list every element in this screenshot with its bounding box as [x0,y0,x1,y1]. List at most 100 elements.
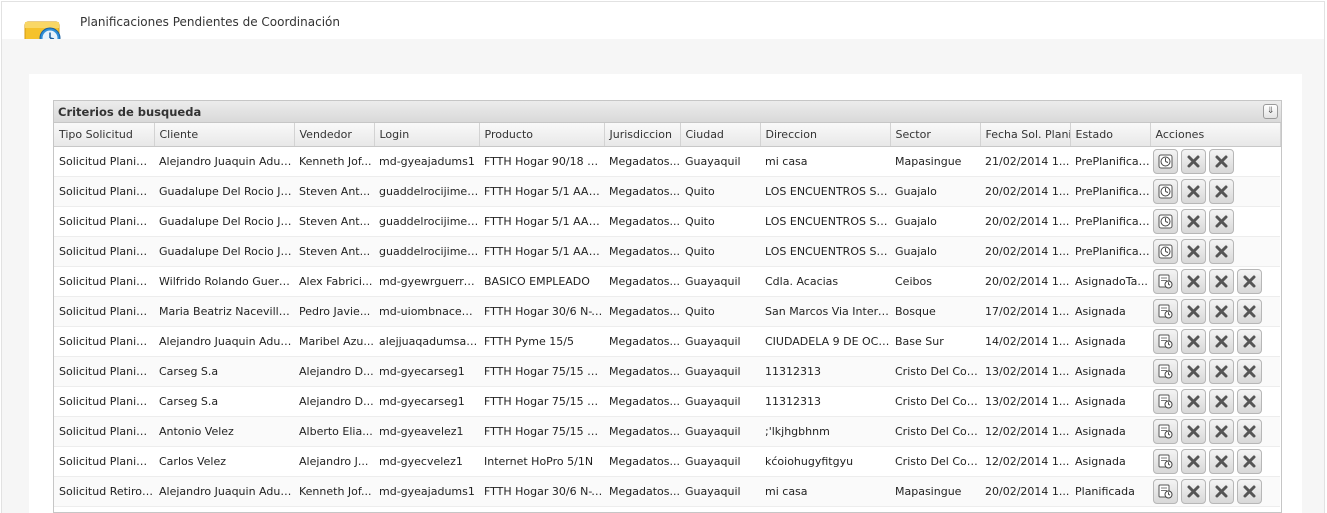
cell-jurisdiccion: Megadatos... [604,446,680,477]
eliminar-button[interactable] [1237,269,1262,294]
eliminar-button[interactable] [1209,389,1234,414]
table-header-row: Tipo Solicitud Cliente Vendedor Login Produc… [54,123,1281,147]
cell-fecha-sol-planific: 21/02/2014 1... [980,146,1070,177]
cell-vendedor: Alex Fabrici... [294,266,374,297]
cell-login: alejjuaqadumsalc... [374,326,479,357]
eliminar-button[interactable] [1209,239,1234,264]
eliminar-button[interactable] [1181,329,1206,354]
table-row[interactable]: Solicitud Planific... Alejandro Juaquin A… [54,146,1280,177]
eliminar-button[interactable] [1181,389,1206,414]
column-header-ciudad[interactable]: Ciudad [680,123,761,147]
table-body: Solicitud Planific... Alejandro Juaquin A… [54,146,1280,507]
eliminar-button[interactable] [1181,269,1206,294]
asignar-button[interactable] [1153,329,1178,354]
column-header-producto[interactable]: Producto [479,123,605,147]
cell-acciones [1150,236,1280,267]
panel-header: Criterios de busqueda ⇓ [54,101,1281,123]
eliminar-button[interactable] [1237,389,1262,414]
table-row[interactable]: Solicitud Planific... Carseg S.a Alejandro… [54,356,1280,387]
asignar-button[interactable] [1153,359,1178,384]
planificar-button[interactable] [1153,179,1178,204]
column-header-jurisdiccion[interactable]: Jurisdiccion [604,123,681,147]
eliminar-button[interactable] [1181,179,1206,204]
cell-jurisdiccion: Megadatos... [604,416,680,447]
asignar-button[interactable] [1153,449,1178,474]
cell-estado: PrePlanificada [1070,176,1150,207]
eliminar-button[interactable] [1209,269,1234,294]
planificar-button[interactable] [1153,209,1178,234]
table-row[interactable]: Solicitud Planific... Guadalupe Del Rocio… [54,236,1280,267]
asignar-button[interactable] [1153,419,1178,444]
cell-jurisdiccion: Megadatos... [604,296,680,327]
eliminar-button[interactable] [1209,449,1234,474]
cell-producto: FTTH Hogar 75/15 N-... [479,356,604,387]
table-row[interactable]: Solicitud Retiro ... Alejandro Juaquin Ad… [54,476,1280,507]
cell-direccion: ;'lkjhgbhnm [760,416,890,447]
cell-cliente: Carseg S.a [154,356,294,387]
cell-sector: Base Sur [890,326,980,357]
column-header-acciones[interactable]: Acciones [1150,123,1281,147]
eliminar-button[interactable] [1181,359,1206,384]
eliminar-button[interactable] [1181,479,1206,504]
eliminar-button[interactable] [1181,239,1206,264]
cell-estado: Asignada [1070,446,1150,477]
planificar-button[interactable] [1153,149,1178,174]
cell-fecha-sol-planific: 20/02/2014 1... [980,206,1070,237]
cell-jurisdiccion: Megadatos... [604,356,680,387]
cell-tipo-solicitud: Solicitud Planific... [54,356,154,387]
planificar-button[interactable] [1153,239,1178,264]
eliminar-button[interactable] [1209,299,1234,324]
eliminar-button[interactable] [1181,449,1206,474]
eliminar-button[interactable] [1209,209,1234,234]
eliminar-button[interactable] [1209,329,1234,354]
column-header-login[interactable]: Login [374,123,480,147]
cell-cliente: Antonio Velez [154,416,294,447]
eliminar-button[interactable] [1209,359,1234,384]
eliminar-button[interactable] [1237,479,1262,504]
eliminar-button[interactable] [1237,359,1262,384]
column-header-sector[interactable]: Sector [890,123,981,147]
eliminar-button[interactable] [1181,419,1206,444]
asignar-button[interactable] [1153,299,1178,324]
eliminar-button[interactable] [1237,419,1262,444]
eliminar-button[interactable] [1209,149,1234,174]
column-header-estado[interactable]: Estado [1070,123,1151,147]
table-row[interactable]: Solicitud Planific... Wilfrido Rolando Gu… [54,266,1280,297]
column-header-direccion[interactable]: Direccion [760,123,891,147]
eliminar-button[interactable] [1209,179,1234,204]
table-row[interactable]: Solicitud Planific... Guadalupe Del Rocio… [54,206,1280,237]
table-row[interactable]: Solicitud Planific... Antonio Velez Albert… [54,416,1280,447]
cell-ciudad: Quito [680,206,760,237]
cell-jurisdiccion: Megadatos... [604,476,680,507]
column-header-tipo-solicitud[interactable]: Tipo Solicitud [54,123,155,147]
cell-vendedor: Alejandro J... [294,446,374,477]
asignar-button[interactable] [1153,269,1178,294]
table-row[interactable]: Solicitud Planific... Carlos Velez Alejand… [54,446,1280,477]
cell-vendedor: Pedro Javie... [294,296,374,327]
cell-producto: BASICO EMPLEADO [479,266,604,297]
collapse-icon[interactable]: ⇓ [1263,104,1278,119]
table-row[interactable]: Solicitud Planific... Carseg S.a Alejandro… [54,386,1280,417]
table-row[interactable]: Solicitud Planific... Guadalupe Del Rocio… [54,176,1280,207]
eliminar-button[interactable] [1181,149,1206,174]
asignar-button[interactable] [1153,389,1178,414]
eliminar-button[interactable] [1237,449,1262,474]
eliminar-button[interactable] [1181,209,1206,234]
table-row[interactable]: Solicitud Planific... Maria Beatriz Nacev… [54,296,1280,327]
cell-producto: FTTH Hogar 5/1 AAA.P [479,176,604,207]
cell-fecha-sol-planific: 12/02/2014 1... [980,446,1070,477]
eliminar-button[interactable] [1181,299,1206,324]
cell-tipo-solicitud: Solicitud Planific... [54,206,154,237]
asignar-button[interactable] [1153,479,1178,504]
eliminar-button[interactable] [1237,329,1262,354]
column-header-cliente[interactable]: Cliente [154,123,295,147]
eliminar-button[interactable] [1209,419,1234,444]
column-header-fecha-sol-planific[interactable]: Fecha Sol. Planific [980,123,1071,147]
eliminar-button[interactable] [1237,299,1262,324]
eliminar-button[interactable] [1209,479,1234,504]
cell-sector: Bosque [890,296,980,327]
cell-vendedor: Alberto Elia... [294,416,374,447]
column-header-vendedor[interactable]: Vendedor [294,123,375,147]
table-row[interactable]: Solicitud Planific... Alejandro Juaquin A… [54,326,1280,357]
cell-direccion: San Marcos Via Intero... [760,296,890,327]
